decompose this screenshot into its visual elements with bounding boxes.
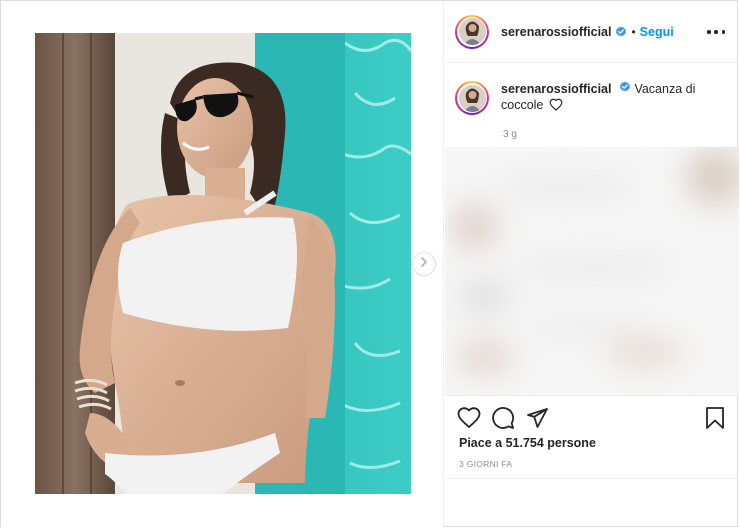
caption-avatar-image xyxy=(458,84,486,112)
post-side-pane: serenarossiofficial • Segui serenarossio… xyxy=(445,1,739,528)
separator-dot: • xyxy=(631,24,636,39)
caption-verified-badge-icon xyxy=(619,81,631,93)
heart-icon[interactable] xyxy=(457,406,481,430)
action-icons-row xyxy=(457,406,729,430)
post-photo[interactable] xyxy=(35,33,411,494)
caption-time: 3 g xyxy=(503,129,517,140)
caption: serenarossiofficial Vacanza di coccole xyxy=(455,81,727,115)
blurred-comments xyxy=(445,147,739,395)
caption-avatar[interactable] xyxy=(455,81,489,115)
avatar-image xyxy=(458,18,486,45)
carousel-next-button[interactable] xyxy=(412,252,436,276)
chevron-right-icon xyxy=(418,255,430,273)
username-link[interactable]: serenarossiofficial xyxy=(501,25,611,39)
post-card: serenarossiofficial • Segui serenarossio… xyxy=(0,0,739,528)
bookmark-icon[interactable] xyxy=(703,406,727,430)
comment-icon[interactable] xyxy=(491,406,515,430)
white-heart-icon xyxy=(549,98,563,115)
post-photo-illustration xyxy=(35,33,411,494)
actions-bar: Piace a 51.754 persone 3 GIORNI FA xyxy=(445,395,739,528)
comments-area xyxy=(445,147,739,395)
likes-count[interactable]: Piace a 51.754 persone xyxy=(459,436,596,450)
caption-text: serenarossiofficial Vacanza di coccole xyxy=(501,81,711,115)
follow-button[interactable]: Segui xyxy=(640,25,674,39)
caption-username-link[interactable]: serenarossiofficial xyxy=(501,82,611,96)
post-date[interactable]: 3 GIORNI FA xyxy=(459,459,512,469)
media-pane xyxy=(1,1,444,528)
more-options-icon[interactable] xyxy=(707,25,725,39)
post-header: serenarossiofficial • Segui xyxy=(445,1,739,63)
verified-badge-icon xyxy=(615,26,627,38)
paper-plane-icon[interactable] xyxy=(525,406,549,430)
comment-input-area[interactable] xyxy=(445,478,739,529)
avatar[interactable] xyxy=(455,14,489,49)
